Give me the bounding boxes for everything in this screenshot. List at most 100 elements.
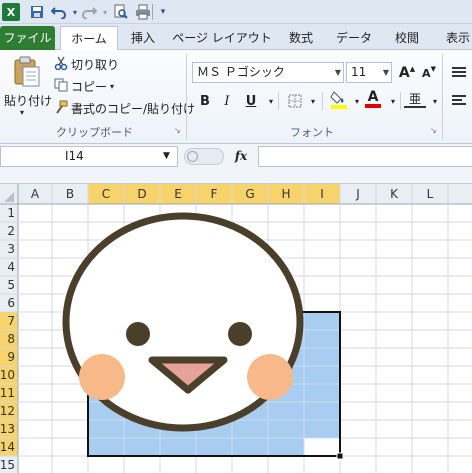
chevron-down-icon[interactable]: ▼ [163, 147, 170, 166]
column-header-K[interactable]: K [390, 187, 399, 201]
copy-button[interactable]: コピー ▾ [54, 78, 114, 95]
format-painter-button[interactable]: 書式のコピー/貼り付け [54, 100, 195, 117]
formula-divider-handle[interactable] [184, 148, 224, 165]
column-header-G[interactable]: G [245, 187, 254, 201]
customize-icon[interactable]: ▾ [154, 3, 172, 21]
right-eye [228, 322, 252, 346]
paste-label[interactable]: 貼り付け [4, 92, 52, 109]
column-header-F[interactable]: F [211, 187, 218, 201]
row-header-12[interactable]: 12 [0, 404, 15, 418]
arrow-up-icon: ▲ [409, 65, 416, 73]
shrink-font-button[interactable]: A ▼ [418, 62, 440, 84]
column-header-C[interactable]: C [102, 187, 110, 201]
column-header-J[interactable]: J [355, 187, 360, 201]
font-color-button[interactable]: A [362, 88, 384, 110]
right-cheek [247, 354, 293, 400]
worksheet-grid[interactable]: A B C D E F G H I J K L123456789101112131415 [0, 184, 472, 473]
phonetic-dropdown-icon[interactable]: ▾ [424, 90, 446, 112]
tab-insert[interactable]: 挿入 [122, 26, 164, 50]
tab-view[interactable]: 表示 [438, 26, 472, 50]
arrow-down-icon: ▼ [430, 65, 436, 73]
row-header-6[interactable]: 6 [7, 296, 15, 310]
paste-button[interactable] [6, 56, 48, 91]
name-box-value: I14 [65, 149, 84, 163]
font-group-label: フォント [290, 126, 334, 139]
row-header-10[interactable]: 10 [0, 368, 15, 382]
tab-home[interactable]: ホーム [60, 26, 118, 51]
column-header-B[interactable]: B [66, 187, 74, 201]
column-header-E[interactable]: E [174, 187, 182, 201]
copy-icon [54, 78, 68, 95]
font-color-swatch [365, 104, 381, 108]
row-header-9[interactable]: 9 [7, 350, 15, 364]
align-top-icon[interactable] [448, 62, 470, 84]
tab-review[interactable]: 校閲 [386, 26, 428, 50]
cut-label: 切り取り [71, 58, 120, 72]
row-header-13[interactable]: 13 [0, 422, 15, 436]
row-header-3[interactable]: 3 [7, 242, 15, 256]
format-painter-label: 書式のコピー/貼り付け [71, 102, 196, 116]
row-header-14[interactable]: 14 [0, 440, 15, 454]
formula-bar: I14 ▼ fx [0, 144, 472, 184]
tab-formulas[interactable]: 数式 [280, 26, 322, 50]
row-header-4[interactable]: 4 [7, 260, 15, 274]
excel-icon[interactable]: X [2, 3, 20, 21]
bold-button[interactable]: B [194, 90, 216, 112]
column-header-H[interactable]: H [281, 187, 290, 201]
font-color-letter: A [367, 89, 379, 105]
font-launcher-icon[interactable]: ↘ [430, 126, 437, 135]
italic-button[interactable]: I [216, 90, 238, 112]
divider [400, 92, 401, 110]
ribbon-tabs: ファイル ホーム 挿入 ページ レイアウト 数式 データ 校閲 表示 [0, 24, 472, 51]
row-header-2[interactable]: 2 [7, 224, 15, 238]
clipboard-group-label: クリップボード [56, 126, 133, 139]
group-separator [186, 54, 187, 140]
save-icon[interactable] [28, 3, 46, 21]
borders-dropdown-icon[interactable]: ▾ [302, 90, 324, 112]
column-header-A[interactable]: A [31, 187, 40, 201]
row-header-8[interactable]: 8 [7, 332, 15, 346]
underline-button[interactable]: U [240, 90, 262, 112]
grow-font-button[interactable]: A ▲ [396, 62, 418, 84]
ribbon: 貼り付け ▾ 切り取り コピー ▾ 書式のコピー/貼り付け クリップボード ↘ … [0, 50, 472, 144]
worksheet[interactable]: A B C D E F G H I J K L 1 2 3 4 5 6 7 8 9 10 11 12 13 14 15 [0, 184, 472, 473]
row-header-15[interactable]: 15 [0, 458, 15, 472]
font-name-value: ＭＳ Ｐゴシック [197, 65, 285, 79]
phonetic-button[interactable]: 亜 [404, 90, 426, 108]
column-header-L[interactable]: L [427, 187, 434, 201]
clipboard-icon [13, 56, 41, 91]
quick-access-toolbar: X ▾ ▾ ▾ [0, 0, 472, 24]
left-cheek [79, 354, 125, 400]
toolbar-divider [152, 4, 153, 20]
insert-function-button[interactable]: fx [226, 146, 256, 167]
formula-input[interactable] [258, 146, 472, 167]
font-size-select[interactable]: 11 ▼ [346, 62, 392, 83]
font-size-value: 11 [351, 65, 367, 79]
tab-file[interactable]: ファイル [0, 26, 55, 50]
circle-icon [187, 151, 198, 162]
column-header-I[interactable]: I [320, 187, 324, 201]
grow-font-letter: A [398, 65, 410, 81]
print-icon[interactable] [134, 3, 152, 21]
active-cell[interactable] [304, 438, 340, 456]
name-box[interactable]: I14 ▼ [0, 146, 178, 167]
print-preview-icon[interactable] [112, 3, 130, 21]
font-name-select[interactable]: ＭＳ Ｐゴシック ▼ [192, 62, 344, 83]
tab-data[interactable]: データ [330, 26, 378, 50]
row-header-11[interactable]: 11 [0, 386, 15, 400]
tab-page-layout[interactable]: ページ レイアウト [172, 26, 272, 50]
paste-dropdown-icon[interactable]: ▾ [20, 108, 24, 117]
fill-handle[interactable] [336, 452, 344, 460]
clipboard-launcher-icon[interactable]: ↘ [174, 126, 181, 135]
scissors-icon [54, 56, 68, 73]
row-header-1[interactable]: 1 [7, 206, 15, 220]
copy-label: コピー [71, 80, 108, 94]
cut-button[interactable]: 切り取り [54, 56, 119, 73]
row-header-5[interactable]: 5 [7, 278, 15, 292]
divider [278, 92, 279, 110]
copy-dropdown-icon[interactable]: ▾ [110, 82, 114, 91]
column-header-D[interactable]: D [137, 187, 146, 201]
format-painter-icon [54, 100, 68, 117]
row-header-7[interactable]: 7 [7, 314, 15, 328]
align-left-icon[interactable] [448, 90, 470, 112]
